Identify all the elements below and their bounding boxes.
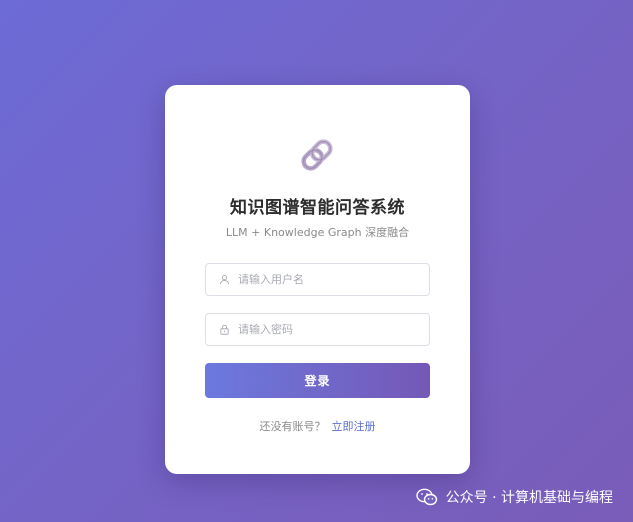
- page-title: 知识图谱智能问答系统: [230, 198, 405, 218]
- login-button[interactable]: 登录: [205, 363, 430, 398]
- user-icon: [218, 274, 230, 286]
- lock-icon: [218, 324, 230, 336]
- no-account-text: 还没有账号？: [259, 420, 326, 433]
- wechat-icon: [415, 488, 437, 506]
- watermark-text: 公众号 · 计算机基础与编程: [445, 490, 613, 506]
- watermark: 公众号 · 计算机基础与编程: [415, 487, 613, 507]
- link-chain-icon: [301, 139, 333, 171]
- password-field[interactable]: [205, 313, 430, 346]
- username-input[interactable]: [238, 273, 418, 286]
- username-field[interactable]: [205, 263, 430, 296]
- login-card: 知识图谱智能问答系统 LLM + Knowledge Graph 深度融合 登录…: [165, 85, 470, 474]
- register-row: 还没有账号？ 立即注册: [165, 418, 470, 434]
- password-input[interactable]: [238, 323, 418, 336]
- register-link[interactable]: 立即注册: [332, 420, 376, 433]
- page-subtitle: LLM + Knowledge Graph 深度融合: [225, 226, 410, 239]
